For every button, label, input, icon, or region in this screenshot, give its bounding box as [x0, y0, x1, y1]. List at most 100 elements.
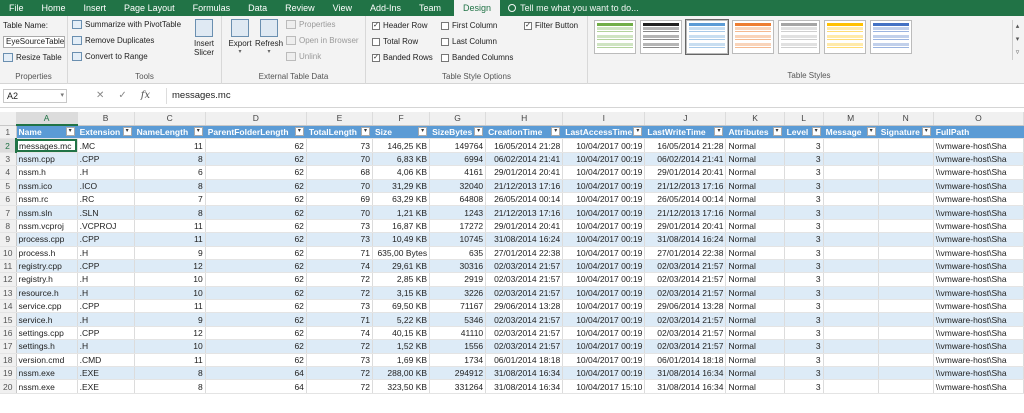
- table-cell[interactable]: 41110: [429, 326, 487, 341]
- table-header-cell[interactable]: ▾ Attributes: [725, 125, 785, 140]
- table-cell[interactable]: Normal: [725, 366, 785, 381]
- resize-table-button[interactable]: Resize Table: [3, 53, 62, 62]
- table-cell[interactable]: 40,15 KB: [372, 326, 431, 341]
- table-cell[interactable]: 68: [306, 165, 374, 180]
- row-number[interactable]: 8: [0, 219, 17, 234]
- column-header-j[interactable]: J: [644, 112, 727, 126]
- table-header-cell[interactable]: ▾ LastWriteTime: [644, 125, 727, 140]
- insert-function-icon[interactable]: fx: [141, 89, 150, 103]
- table-header-cell[interactable]: ▾ Size: [372, 125, 431, 140]
- table-name-input[interactable]: EyeSourceTable: [3, 36, 65, 48]
- table-cell[interactable]: 62: [205, 179, 307, 193]
- table-cell[interactable]: [823, 246, 879, 260]
- table-cell[interactable]: \\vmware-host\Sha: [933, 246, 1024, 260]
- table-cell[interactable]: [878, 353, 934, 368]
- table-cell[interactable]: 11: [134, 219, 206, 234]
- row-number[interactable]: 1: [0, 125, 17, 140]
- row-number[interactable]: 10: [0, 246, 17, 260]
- table-cell[interactable]: 3: [784, 152, 824, 167]
- table-cell[interactable]: 32040: [429, 179, 487, 193]
- column-header-c[interactable]: C: [134, 112, 206, 126]
- table-cell[interactable]: 16/05/2014 21:28: [644, 138, 727, 153]
- table-cell[interactable]: 02/03/2014 21:57: [644, 272, 727, 287]
- table-header-cell[interactable]: ▾ SizeBytes: [429, 125, 487, 140]
- table-cell[interactable]: 10: [134, 272, 206, 287]
- column-header-a[interactable]: A: [16, 112, 78, 127]
- table-cell[interactable]: \\vmware-host\Sha: [933, 286, 1024, 301]
- table-cell[interactable]: Normal: [725, 339, 785, 354]
- filter-dropdown-icon[interactable]: ▾: [361, 127, 370, 137]
- cancel-icon[interactable]: ✕: [96, 89, 104, 103]
- table-cell[interactable]: 72: [306, 272, 374, 287]
- table-cell[interactable]: 294912: [429, 366, 487, 381]
- table-cell[interactable]: 29,61 KB: [372, 259, 431, 274]
- table-cell[interactable]: 06/02/2014 21:41: [644, 152, 727, 167]
- properties-button[interactable]: Properties: [286, 20, 335, 29]
- table-cell[interactable]: \\vmware-host\Sha: [933, 339, 1024, 354]
- table-cell[interactable]: [823, 179, 879, 193]
- table-cell[interactable]: \\vmware-host\Sha: [933, 326, 1024, 341]
- table-cell[interactable]: 3: [784, 246, 824, 260]
- table-cell[interactable]: process.h: [16, 246, 78, 260]
- enter-icon[interactable]: ✓: [118, 89, 126, 103]
- table-cell[interactable]: 3: [784, 286, 824, 301]
- column-header-o[interactable]: O: [933, 112, 1024, 126]
- table-cell[interactable]: [823, 339, 879, 354]
- row-number[interactable]: 11: [0, 259, 17, 274]
- table-cell[interactable]: 10: [134, 339, 206, 354]
- column-header-g[interactable]: G: [429, 112, 487, 126]
- table-cell[interactable]: 69,50 KB: [372, 299, 431, 314]
- table-cell[interactable]: 62: [205, 286, 307, 301]
- table-cell[interactable]: 69: [306, 192, 374, 207]
- table-header-cell[interactable]: ▾ CreationTime: [485, 125, 564, 140]
- row-number[interactable]: 18: [0, 353, 17, 368]
- table-cell[interactable]: 62: [205, 138, 307, 153]
- table-cell[interactable]: nssm.vcproj: [16, 219, 78, 234]
- table-header-cell[interactable]: ▾ Name: [16, 125, 78, 140]
- table-cell[interactable]: .H: [77, 286, 135, 301]
- insert-slicer-button[interactable]: Insert Slicer: [190, 19, 218, 57]
- table-cell[interactable]: 29/01/2014 20:41: [644, 219, 727, 234]
- table-cell[interactable]: [823, 165, 879, 180]
- table-cell[interactable]: 02/03/2014 21:57: [485, 312, 564, 327]
- table-cell[interactable]: settings.h: [16, 339, 78, 354]
- table-cell[interactable]: .CPP: [77, 299, 135, 314]
- table-cell[interactable]: 10/04/2017 00:19: [562, 138, 646, 153]
- table-cell[interactable]: 73: [306, 299, 374, 314]
- table-cell[interactable]: .CPP: [77, 326, 135, 341]
- filter-dropdown-icon[interactable]: ▾: [418, 127, 428, 137]
- table-cell[interactable]: 71167: [429, 299, 487, 314]
- table-cell[interactable]: 62: [205, 339, 307, 354]
- table-cell[interactable]: nssm.exe: [16, 366, 78, 381]
- table-cell[interactable]: 62: [205, 246, 307, 260]
- table-cell[interactable]: 149764: [429, 138, 487, 153]
- row-number[interactable]: 4: [0, 165, 17, 180]
- table-cell[interactable]: Normal: [725, 179, 785, 193]
- table-cell[interactable]: nssm.cpp: [16, 152, 78, 167]
- table-cell[interactable]: Normal: [725, 286, 785, 301]
- table-cell[interactable]: 62: [205, 165, 307, 180]
- table-cell[interactable]: 8: [134, 379, 206, 394]
- table-cell[interactable]: [823, 272, 879, 287]
- row-number[interactable]: 12: [0, 272, 17, 287]
- table-style-swatch[interactable]: [594, 20, 636, 54]
- filter-dropdown-icon[interactable]: ▾: [65, 127, 75, 137]
- table-header-cell[interactable]: ▾ Extension: [77, 125, 135, 140]
- table-cell[interactable]: 29/01/2014 20:41: [644, 165, 727, 180]
- table-cell[interactable]: 62: [205, 272, 307, 287]
- gallery-scroll[interactable]: ▴ ▾ ▿: [1012, 20, 1022, 60]
- table-cell[interactable]: .H: [77, 272, 135, 287]
- row-number[interactable]: 9: [0, 232, 17, 247]
- table-cell[interactable]: [823, 379, 879, 394]
- column-header-m[interactable]: M: [823, 112, 879, 126]
- table-header-cell[interactable]: ▾ Signature: [878, 125, 934, 140]
- table-cell[interactable]: [823, 232, 879, 247]
- table-cell[interactable]: 10/04/2017 00:19: [562, 152, 646, 167]
- table-cell[interactable]: Normal: [725, 246, 785, 260]
- table-cell[interactable]: .SLN: [77, 205, 135, 220]
- table-cell[interactable]: 31/08/2014 16:34: [644, 379, 727, 394]
- table-cell[interactable]: 62: [205, 219, 307, 234]
- table-cell[interactable]: 11: [134, 138, 206, 153]
- table-cell[interactable]: 9: [134, 312, 206, 327]
- table-cell[interactable]: [878, 366, 934, 381]
